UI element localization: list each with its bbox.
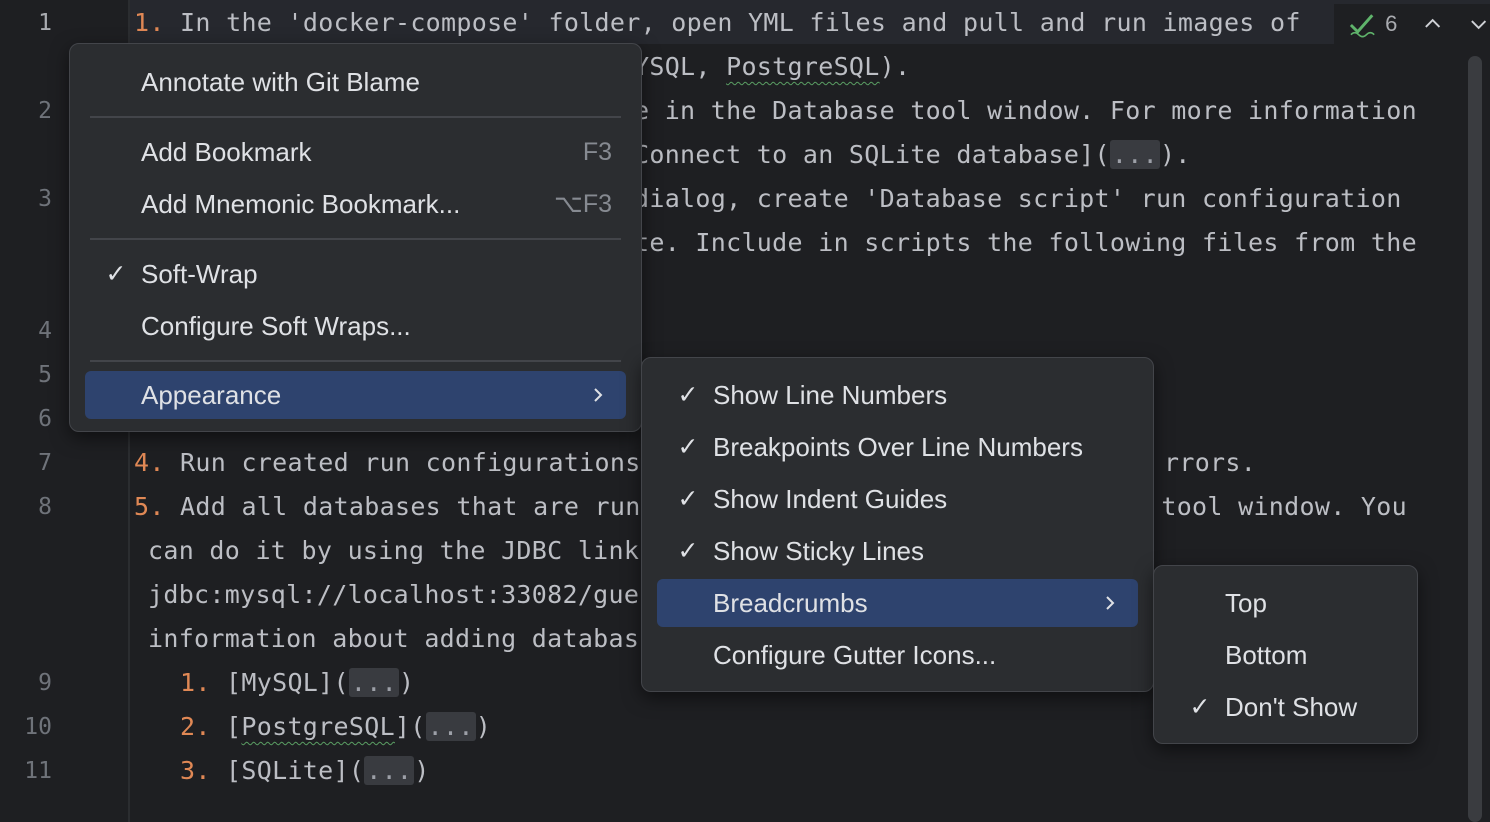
check-icon: ✓ bbox=[675, 536, 701, 566]
chevron-down-icon[interactable] bbox=[1467, 12, 1490, 36]
menu-item-configure-soft-wraps[interactable]: Configure Soft Wraps... bbox=[85, 302, 626, 350]
chevron-up-icon[interactable] bbox=[1421, 12, 1444, 36]
menu-item-show-line-numbers[interactable]: ✓ Show Line Numbers bbox=[657, 371, 1138, 419]
line-number: 1 bbox=[0, 1, 52, 45]
code-line-3: dialog, create 'Database script' run con… bbox=[634, 177, 1402, 221]
folded-link: ... bbox=[349, 668, 399, 697]
check-icon: ✓ bbox=[1187, 692, 1213, 722]
check-icon: ✓ bbox=[675, 432, 701, 462]
check-icon bbox=[1348, 10, 1375, 38]
menu-item-add-mnemonic-bookmark[interactable]: Add Mnemonic Bookmark... ⌥F3 bbox=[85, 180, 626, 228]
menu-item-breadcrumbs-bottom[interactable]: Bottom bbox=[1169, 631, 1402, 679]
menu-item-show-indent-guides[interactable]: ✓ Show Indent Guides bbox=[657, 475, 1138, 523]
line-number: 11 bbox=[0, 749, 52, 793]
menu-item-appearance[interactable]: Appearance bbox=[85, 371, 626, 419]
chevron-right-icon bbox=[1100, 593, 1120, 613]
menu-item-breadcrumbs-top[interactable]: Top bbox=[1169, 579, 1402, 627]
folded-link: ... bbox=[1110, 140, 1160, 169]
code-line-2-wrap: Connect to an SQLite database](...). bbox=[634, 133, 1191, 177]
shortcut-label: ⌥F3 bbox=[554, 189, 612, 219]
folded-link: ... bbox=[426, 712, 476, 741]
shortcut-label: F3 bbox=[583, 138, 612, 167]
line-number: 10 bbox=[0, 705, 52, 749]
check-icon: ✓ bbox=[675, 380, 701, 410]
folded-link: ... bbox=[364, 756, 414, 785]
code-line-8-tail: tool window. You bbox=[1146, 485, 1407, 529]
menu-item-add-bookmark[interactable]: Add Bookmark F3 bbox=[85, 128, 626, 176]
menu-item-annotate-git-blame[interactable]: Annotate with Git Blame bbox=[85, 58, 626, 106]
code-line-9: 1. [MySQL](...) bbox=[180, 661, 414, 705]
vertical-scrollbar[interactable] bbox=[1468, 56, 1482, 822]
inspection-count: 6 bbox=[1385, 11, 1397, 37]
code-line-8-wrap-2: jdbc:mysql://localhost:33082/gue bbox=[148, 573, 639, 617]
menu-item-configure-gutter-icons[interactable]: Configure Gutter Icons... bbox=[657, 631, 1138, 679]
chevron-right-icon bbox=[588, 385, 608, 405]
code-line-1: 1. In the 'docker-compose' folder, open … bbox=[134, 1, 1301, 45]
code-line-8-wrap-1: can do it by using the JDBC link bbox=[148, 529, 639, 573]
menu-separator bbox=[90, 116, 621, 118]
line-number: 6 bbox=[0, 397, 52, 441]
appearance-submenu: ✓ Show Line Numbers ✓ Breakpoints Over L… bbox=[641, 357, 1154, 692]
check-icon: ✓ bbox=[675, 484, 701, 514]
menu-item-breakpoints-over-line-numbers[interactable]: ✓ Breakpoints Over Line Numbers bbox=[657, 423, 1138, 471]
menu-item-soft-wrap[interactable]: ✓ Soft-Wrap bbox=[85, 250, 626, 298]
menu-item-breadcrumbs-dont-show[interactable]: ✓ Don't Show bbox=[1169, 683, 1402, 731]
line-number: 9 bbox=[0, 661, 52, 705]
code-line-7-tail: rrors. bbox=[1164, 441, 1256, 485]
breadcrumbs-submenu: Top Bottom ✓ Don't Show bbox=[1153, 565, 1418, 744]
menu-item-show-sticky-lines[interactable]: ✓ Show Sticky Lines bbox=[657, 527, 1138, 575]
code-line-8: 5. Add all databases that are run bbox=[134, 485, 641, 529]
menu-separator bbox=[90, 238, 621, 240]
line-number: 7 bbox=[0, 441, 52, 485]
menu-separator bbox=[90, 360, 621, 362]
check-icon: ✓ bbox=[103, 259, 129, 289]
code-line-2: e in the Database tool window. For more … bbox=[634, 89, 1417, 133]
code-line-7: 4. Run created run configurations bbox=[134, 441, 641, 485]
menu-item-breadcrumbs[interactable]: Breadcrumbs bbox=[657, 579, 1138, 627]
line-number: 3 bbox=[0, 177, 52, 221]
line-number: 5 bbox=[0, 353, 52, 397]
line-number: 8 bbox=[0, 485, 52, 529]
line-number: 2 bbox=[0, 89, 52, 133]
code-line-8-wrap-3: information about adding databas bbox=[148, 617, 639, 661]
gutter-context-menu: Annotate with Git Blame Add Bookmark F3 … bbox=[69, 43, 642, 432]
code-line-3-wrap: te. Include in scripts the following fil… bbox=[634, 221, 1417, 265]
code-line-10: 2. [PostgreSQL](...) bbox=[180, 705, 491, 749]
code-line-1-wrap: YSQL, PostgreSQL). bbox=[634, 45, 910, 89]
line-number: 4 bbox=[0, 309, 52, 353]
code-line-11: 3. [SQLite](...) bbox=[180, 749, 430, 793]
inspection-widget[interactable]: 6 bbox=[1334, 4, 1490, 44]
